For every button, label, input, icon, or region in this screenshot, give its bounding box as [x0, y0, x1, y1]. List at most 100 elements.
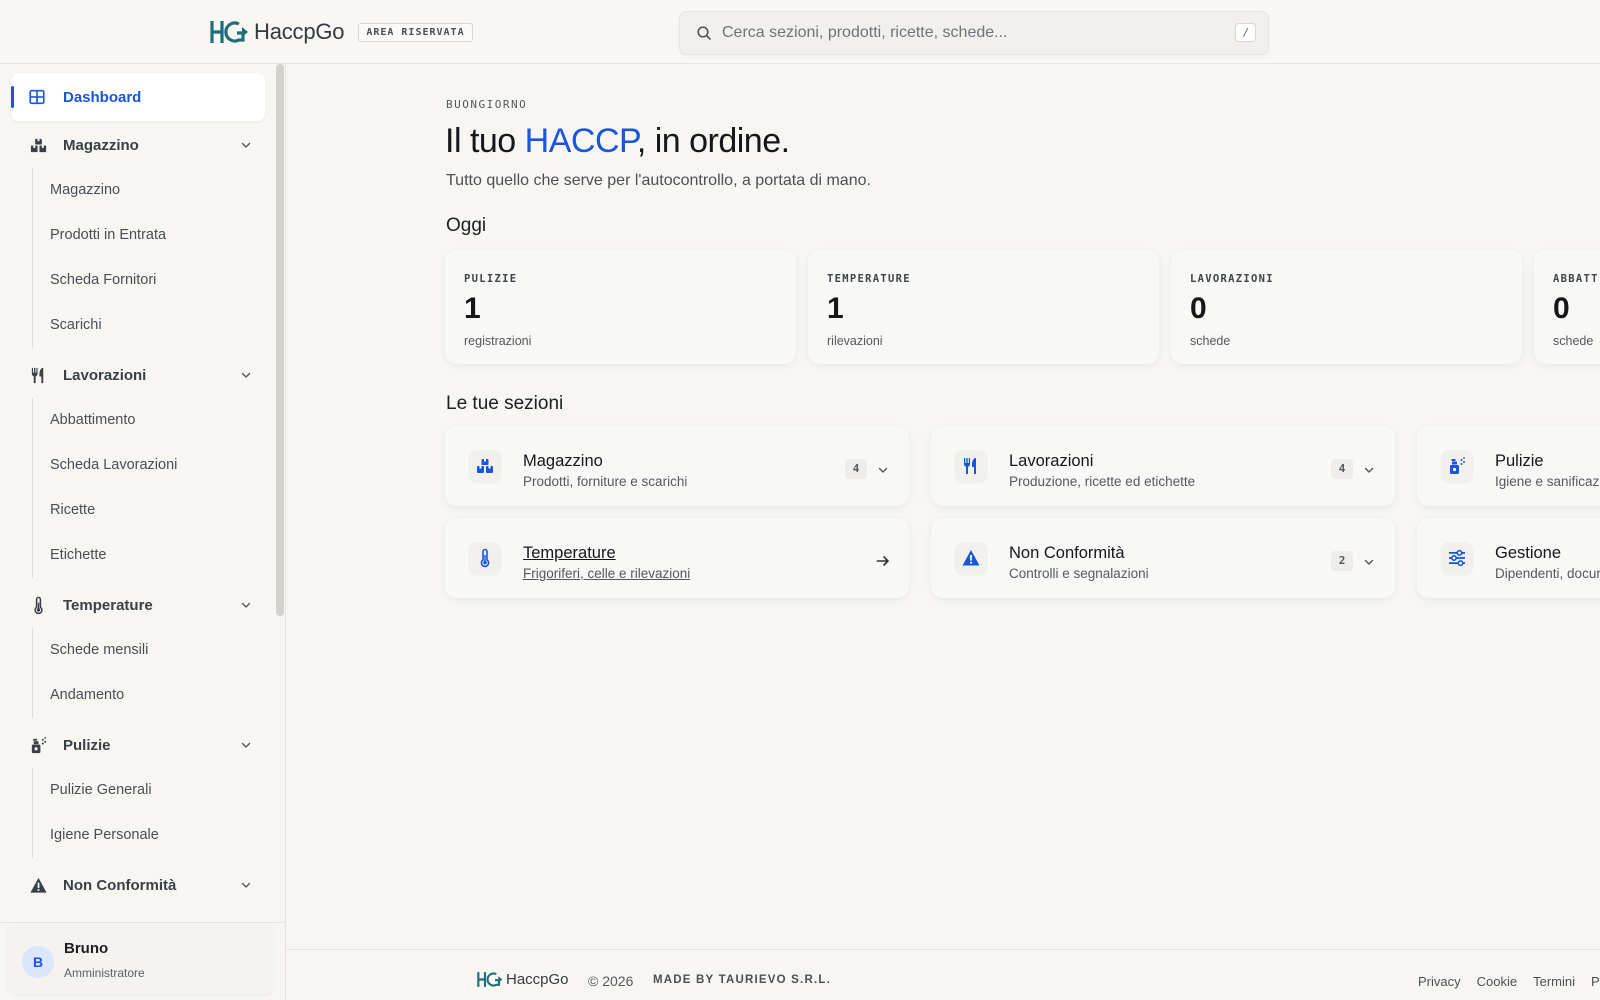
sidebar-scrollbar[interactable]: [276, 64, 284, 616]
sidebar-subitems-magazzino: Magazzino Prodotti in Entrata Scheda For…: [32, 168, 272, 348]
section-count-badge: 4: [1331, 459, 1353, 479]
section-description: Frigoriferi, celle e rilevazioni: [523, 566, 691, 581]
sidebar-item-dashboard[interactable]: Dashboard: [11, 73, 265, 121]
footer: HaccpGo © 2026 MADE BY TAURIEVO S.R.L. P…: [287, 949, 1600, 1000]
section-card-non-conformita[interactable]: Non Conformità Controlli e segnalazioni …: [931, 518, 1395, 598]
avatar: B: [22, 946, 54, 978]
sidebar-nav: Dashboard Magazzino Magazzino Prodotti i…: [0, 64, 286, 922]
stat-unit: schede: [1553, 334, 1594, 348]
chevron-down-icon[interactable]: [1363, 556, 1375, 568]
warning-icon: [955, 542, 987, 574]
chevron-down-icon[interactable]: [240, 599, 252, 611]
hero-title-accent: HACCP: [524, 122, 638, 160]
search-icon: [697, 26, 711, 40]
section-card-temperature[interactable]: Temperature Frigoriferi, celle e rilevaz…: [445, 518, 909, 598]
sidebar-item-abbattimento[interactable]: Abbattimento: [33, 398, 272, 443]
utensils-icon: [955, 450, 987, 482]
stat-value: 1: [464, 292, 481, 325]
chevron-down-icon[interactable]: [240, 139, 252, 151]
footer-made-by: MADE BY TAURIEVO S.R.L.: [653, 974, 831, 986]
sidebar-group-label: Non Conformità: [63, 876, 177, 894]
section-count-badge: 4: [845, 459, 867, 479]
hero-title-post: , in ordine.: [636, 122, 790, 160]
haccpgo-logo-icon: [477, 970, 505, 989]
search-bar[interactable]: /: [679, 11, 1269, 55]
sidebar-group-pulizie[interactable]: Pulizie: [0, 722, 286, 768]
user-role: Amministratore: [64, 966, 145, 980]
boxes-icon: [28, 135, 48, 155]
sidebar-subitems-pulizie: Pulizie Generali Igiene Personale: [32, 768, 272, 858]
sidebar-subitems-temperature: Schede mensili Andamento: [32, 628, 272, 718]
sidebar-group-label: Temperature: [63, 596, 153, 614]
section-title: Non Conformità: [1009, 544, 1125, 562]
thermometer-icon: [28, 595, 48, 615]
brand-name: HaccpGo: [254, 19, 345, 44]
stat-label: ABBATT: [1553, 273, 1599, 285]
arrow-right-icon[interactable]: [875, 553, 891, 569]
area-riservata-badge: AREA RISERVATA: [358, 22, 473, 42]
sidebar-item-scheda-lavorazioni[interactable]: Scheda Lavorazioni: [33, 443, 272, 488]
sidebar-group-lavorazioni[interactable]: Lavorazioni: [0, 352, 286, 398]
footer-link-termini[interactable]: Termini: [1533, 974, 1575, 989]
sidebar-item-prodotti-in-entrata[interactable]: Prodotti in Entrata: [33, 213, 272, 258]
stat-unit: schede: [1190, 334, 1231, 348]
sidebar-group-temperature[interactable]: Temperature: [0, 582, 286, 628]
section-card-magazzino[interactable]: Magazzino Prodotti, forniture e scarichi…: [445, 426, 909, 506]
sidebar-item-schede-mensili[interactable]: Schede mensili: [33, 628, 272, 673]
footer-link-privacy[interactable]: Privacy: [1418, 974, 1461, 989]
sidebar-item-scheda-fornitori[interactable]: Scheda Fornitori: [33, 258, 272, 303]
section-card-pulizie[interactable]: Pulizie Igiene e sanificazi: [1417, 426, 1600, 506]
greeting-label: BUONGIORNO: [446, 98, 528, 111]
chevron-down-icon[interactable]: [240, 739, 252, 751]
sections-heading: Le tue sezioni: [446, 393, 564, 414]
footer-brand[interactable]: HaccpGo: [477, 970, 569, 989]
footer-brand-name: HaccpGo: [506, 971, 569, 988]
section-card-lavorazioni[interactable]: Lavorazioni Produzione, ricette ed etich…: [931, 426, 1395, 506]
section-description: Prodotti, forniture e scarichi: [523, 474, 688, 489]
stat-value: 0: [1190, 292, 1207, 325]
sidebar-subitems-lavorazioni: Abbattimento Scheda Lavorazioni Ricette …: [32, 398, 272, 578]
chevron-down-icon[interactable]: [240, 369, 252, 381]
sidebar-item-pulizie-generali[interactable]: Pulizie Generali: [33, 768, 272, 813]
thermometer-icon: [469, 542, 501, 574]
spray-icon: [28, 735, 48, 755]
sidebar-item-igiene-personale[interactable]: Igiene Personale: [33, 813, 272, 858]
chevron-down-icon[interactable]: [240, 879, 252, 891]
main-content: BUONGIORNO Il tuo HACCP, in ordine. Tutt…: [287, 64, 1600, 949]
brand[interactable]: HaccpGo AREA RISERVATA: [210, 18, 473, 46]
sidebar-item-andamento[interactable]: Andamento: [33, 673, 272, 718]
section-title: Gestione: [1495, 544, 1562, 562]
footer-link-cookie[interactable]: Cookie: [1477, 974, 1517, 989]
search-input[interactable]: [722, 24, 1222, 42]
utensils-icon: [28, 365, 48, 385]
sidebar-group-non-conformita[interactable]: Non Conformità: [0, 862, 286, 908]
stat-card-temperature[interactable]: TEMPERATURE 1 rilevazioni: [808, 250, 1159, 364]
section-title: Pulizie: [1495, 452, 1544, 470]
sidebar: Dashboard Magazzino Magazzino Prodotti i…: [0, 64, 286, 1000]
chevron-down-icon[interactable]: [877, 464, 889, 476]
sidebar-item-scarichi[interactable]: Scarichi: [33, 303, 272, 348]
sidebar-item-magazzino[interactable]: Magazzino: [33, 168, 272, 213]
sidebar-item-label: Dashboard: [63, 88, 142, 106]
chevron-down-icon[interactable]: [1363, 464, 1375, 476]
footer-link-more[interactable]: P: [1591, 974, 1600, 989]
user-name: Bruno: [64, 940, 109, 957]
stat-value: 0: [1553, 292, 1570, 325]
footer-copyright: © 2026: [588, 973, 634, 989]
sidebar-group-label: Pulizie: [63, 736, 111, 754]
section-description: Produzione, ricette ed etichette: [1009, 474, 1196, 489]
stat-label: TEMPERATURE: [827, 273, 911, 285]
stat-card-lavorazioni[interactable]: LAVORAZIONI 0 schede: [1171, 250, 1522, 364]
stat-card-abbattimento[interactable]: ABBATT 0 schede: [1534, 250, 1600, 364]
sidebar-item-ricette[interactable]: Ricette: [33, 488, 272, 533]
sidebar-group-magazzino[interactable]: Magazzino: [0, 122, 286, 168]
stat-label: PULIZIE: [464, 273, 518, 285]
sidebar-item-etichette[interactable]: Etichette: [33, 533, 272, 578]
section-description: Igiene e sanificazi: [1495, 474, 1600, 489]
sidebar-group-label: Magazzino: [63, 136, 139, 154]
hero-title-pre: Il tuo: [445, 122, 525, 160]
grid-icon: [28, 88, 46, 106]
user-profile[interactable]: B Bruno Amministratore: [8, 924, 274, 994]
stat-card-pulizie[interactable]: PULIZIE 1 registrazioni: [445, 250, 796, 364]
section-card-gestione[interactable]: Gestione Dipendenti, docur: [1417, 518, 1600, 598]
